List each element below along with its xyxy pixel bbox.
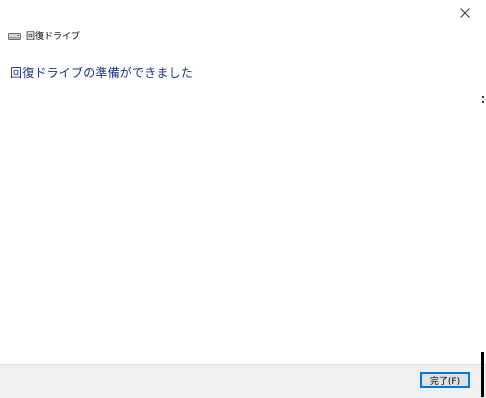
window-right-edge — [481, 352, 484, 397]
recovery-drive-wizard-window: 回復ドライブ 回復ドライブの準備ができました 完了(F) — [0, 0, 486, 398]
wizard-title-bar: 回復ドライブ — [8, 26, 80, 44]
page-heading: 回復ドライブの準備ができました — [10, 66, 194, 80]
finish-button[interactable]: 完了(F) — [420, 372, 470, 388]
close-icon — [460, 8, 470, 18]
window-title: 回復ドライブ — [26, 31, 81, 42]
drive-icon — [8, 33, 21, 40]
wizard-footer — [0, 364, 486, 398]
edge-marker — [482, 96, 484, 106]
close-button[interactable] — [450, 0, 480, 26]
